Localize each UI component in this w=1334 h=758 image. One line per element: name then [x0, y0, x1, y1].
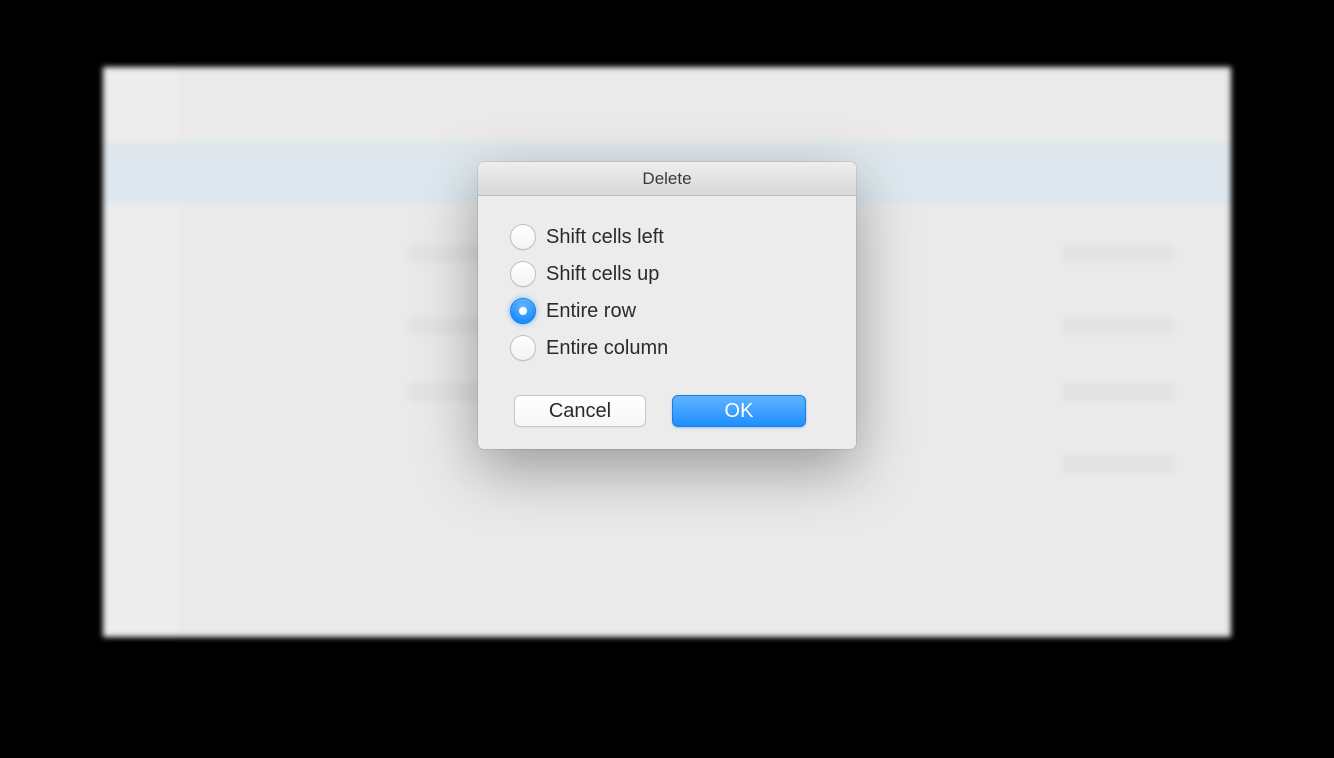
bg-cell — [1063, 383, 1173, 401]
radio-icon — [510, 224, 536, 250]
dialog-titlebar: Delete — [478, 162, 856, 196]
dialog-body: Shift cells left Shift cells up Entire r… — [478, 196, 856, 449]
ok-button[interactable]: OK — [672, 395, 806, 427]
radio-icon — [510, 261, 536, 287]
dialog-buttons: Cancel OK — [514, 395, 824, 427]
radio-option-shift-cells-up[interactable]: Shift cells up — [510, 261, 824, 287]
radio-label: Entire column — [546, 337, 668, 360]
radio-selected-dot-icon — [519, 307, 527, 315]
radio-label: Shift cells up — [546, 263, 659, 286]
radio-icon — [510, 335, 536, 361]
radio-icon — [510, 298, 536, 324]
radio-label: Entire row — [546, 300, 636, 323]
radio-option-entire-row[interactable]: Entire row — [510, 298, 824, 324]
bg-cell — [1063, 245, 1173, 263]
delete-dialog: Delete Shift cells left Shift cells up E… — [478, 162, 856, 449]
radio-option-entire-column[interactable]: Entire column — [510, 335, 824, 361]
cancel-button[interactable]: Cancel — [514, 395, 646, 427]
radio-label: Shift cells left — [546, 226, 664, 249]
bg-cell — [1063, 317, 1173, 335]
radio-option-shift-cells-left[interactable]: Shift cells left — [510, 224, 824, 250]
bg-cell — [1063, 455, 1173, 473]
dialog-title: Delete — [642, 169, 691, 189]
radio-group: Shift cells left Shift cells up Entire r… — [510, 224, 824, 361]
